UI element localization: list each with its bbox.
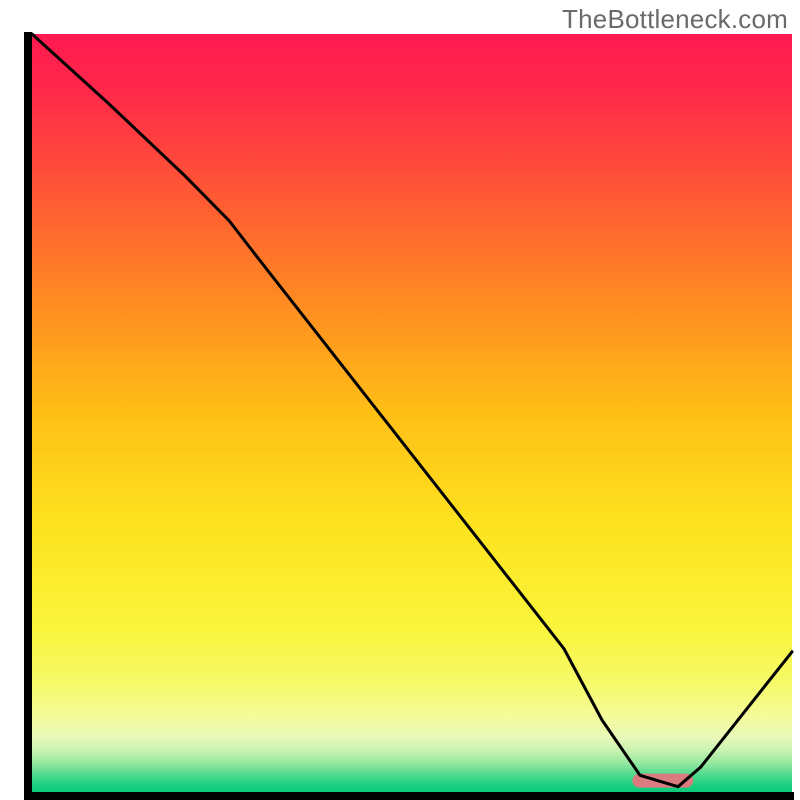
watermark-text: TheBottleneck.com — [562, 4, 788, 35]
x-axis — [24, 792, 794, 800]
gradient-background — [32, 34, 792, 792]
bottleneck-chart — [0, 0, 800, 800]
y-axis — [24, 32, 32, 800]
chart-container: TheBottleneck.com — [0, 0, 800, 800]
